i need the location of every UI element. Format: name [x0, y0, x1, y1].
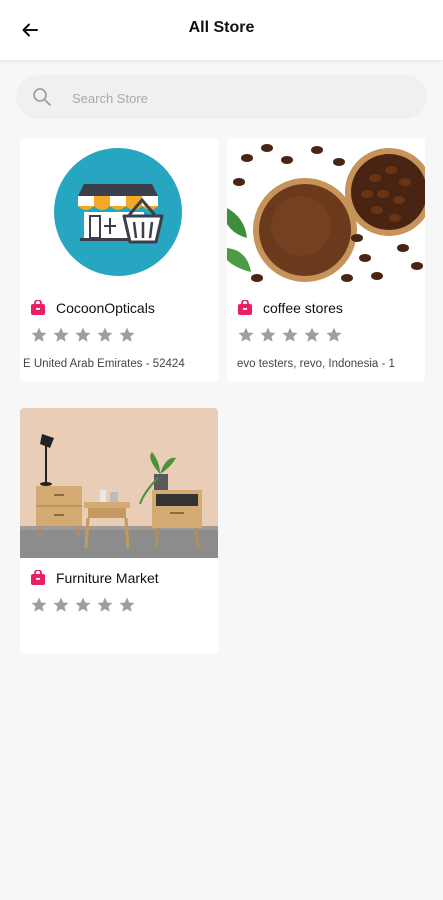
- star-icon: [304, 327, 320, 342]
- star-icon: [75, 597, 91, 612]
- store-address: evo testers, revo, Indonesia - 1: [227, 358, 425, 374]
- store-address: [20, 628, 218, 644]
- store-name: Furniture Market: [56, 570, 159, 586]
- store-image-furniture-room: [20, 408, 218, 558]
- star-rating: [237, 326, 343, 344]
- star-icon: [119, 597, 135, 612]
- star-rating: [30, 596, 136, 614]
- store-image-basket-logo: [20, 138, 218, 288]
- star-icon: [260, 327, 276, 342]
- star-icon: [53, 597, 69, 612]
- store-image-coffee-beans: [227, 138, 425, 288]
- star-icon: [238, 327, 254, 342]
- star-icon: [119, 327, 135, 342]
- store-name: coffee stores: [263, 300, 343, 316]
- store-name: CocoonOpticals: [56, 300, 155, 316]
- store-address-text: evo testers, revo, Indonesia - 1: [237, 358, 395, 370]
- star-icon: [282, 327, 298, 342]
- shopping-bag-icon: [31, 300, 45, 315]
- store-card-cocoonopticals[interactable]: CocoonOpticals E United Arab Emirates - …: [20, 138, 218, 382]
- store-name-row: coffee stores: [237, 298, 419, 318]
- shopping-bag-icon: [238, 300, 252, 315]
- search-input[interactable]: [70, 75, 414, 121]
- star-icon: [97, 327, 113, 342]
- store-name-row: CocoonOpticals: [30, 298, 212, 318]
- app-bar: All Store: [0, 0, 443, 60]
- star-icon: [326, 327, 342, 342]
- store-address: E United Arab Emirates - 52424: [20, 358, 218, 374]
- search-icon: [33, 88, 51, 106]
- star-icon: [31, 597, 47, 612]
- store-card-furniture-market[interactable]: Furniture Market: [20, 408, 218, 654]
- store-address-text: E United Arab Emirates - 52424: [23, 358, 185, 370]
- star-icon: [97, 597, 113, 612]
- store-card-coffee-stores[interactable]: coffee stores evo testers, revo, Indones…: [227, 138, 425, 382]
- star-icon: [75, 327, 91, 342]
- page-title: All Store: [188, 19, 255, 36]
- shopping-bag-icon: [31, 570, 45, 585]
- search-bar[interactable]: [16, 75, 427, 121]
- star-icon: [31, 327, 47, 342]
- store-name-row: Furniture Market: [30, 568, 212, 588]
- star-icon: [53, 327, 69, 342]
- star-rating: [30, 326, 136, 344]
